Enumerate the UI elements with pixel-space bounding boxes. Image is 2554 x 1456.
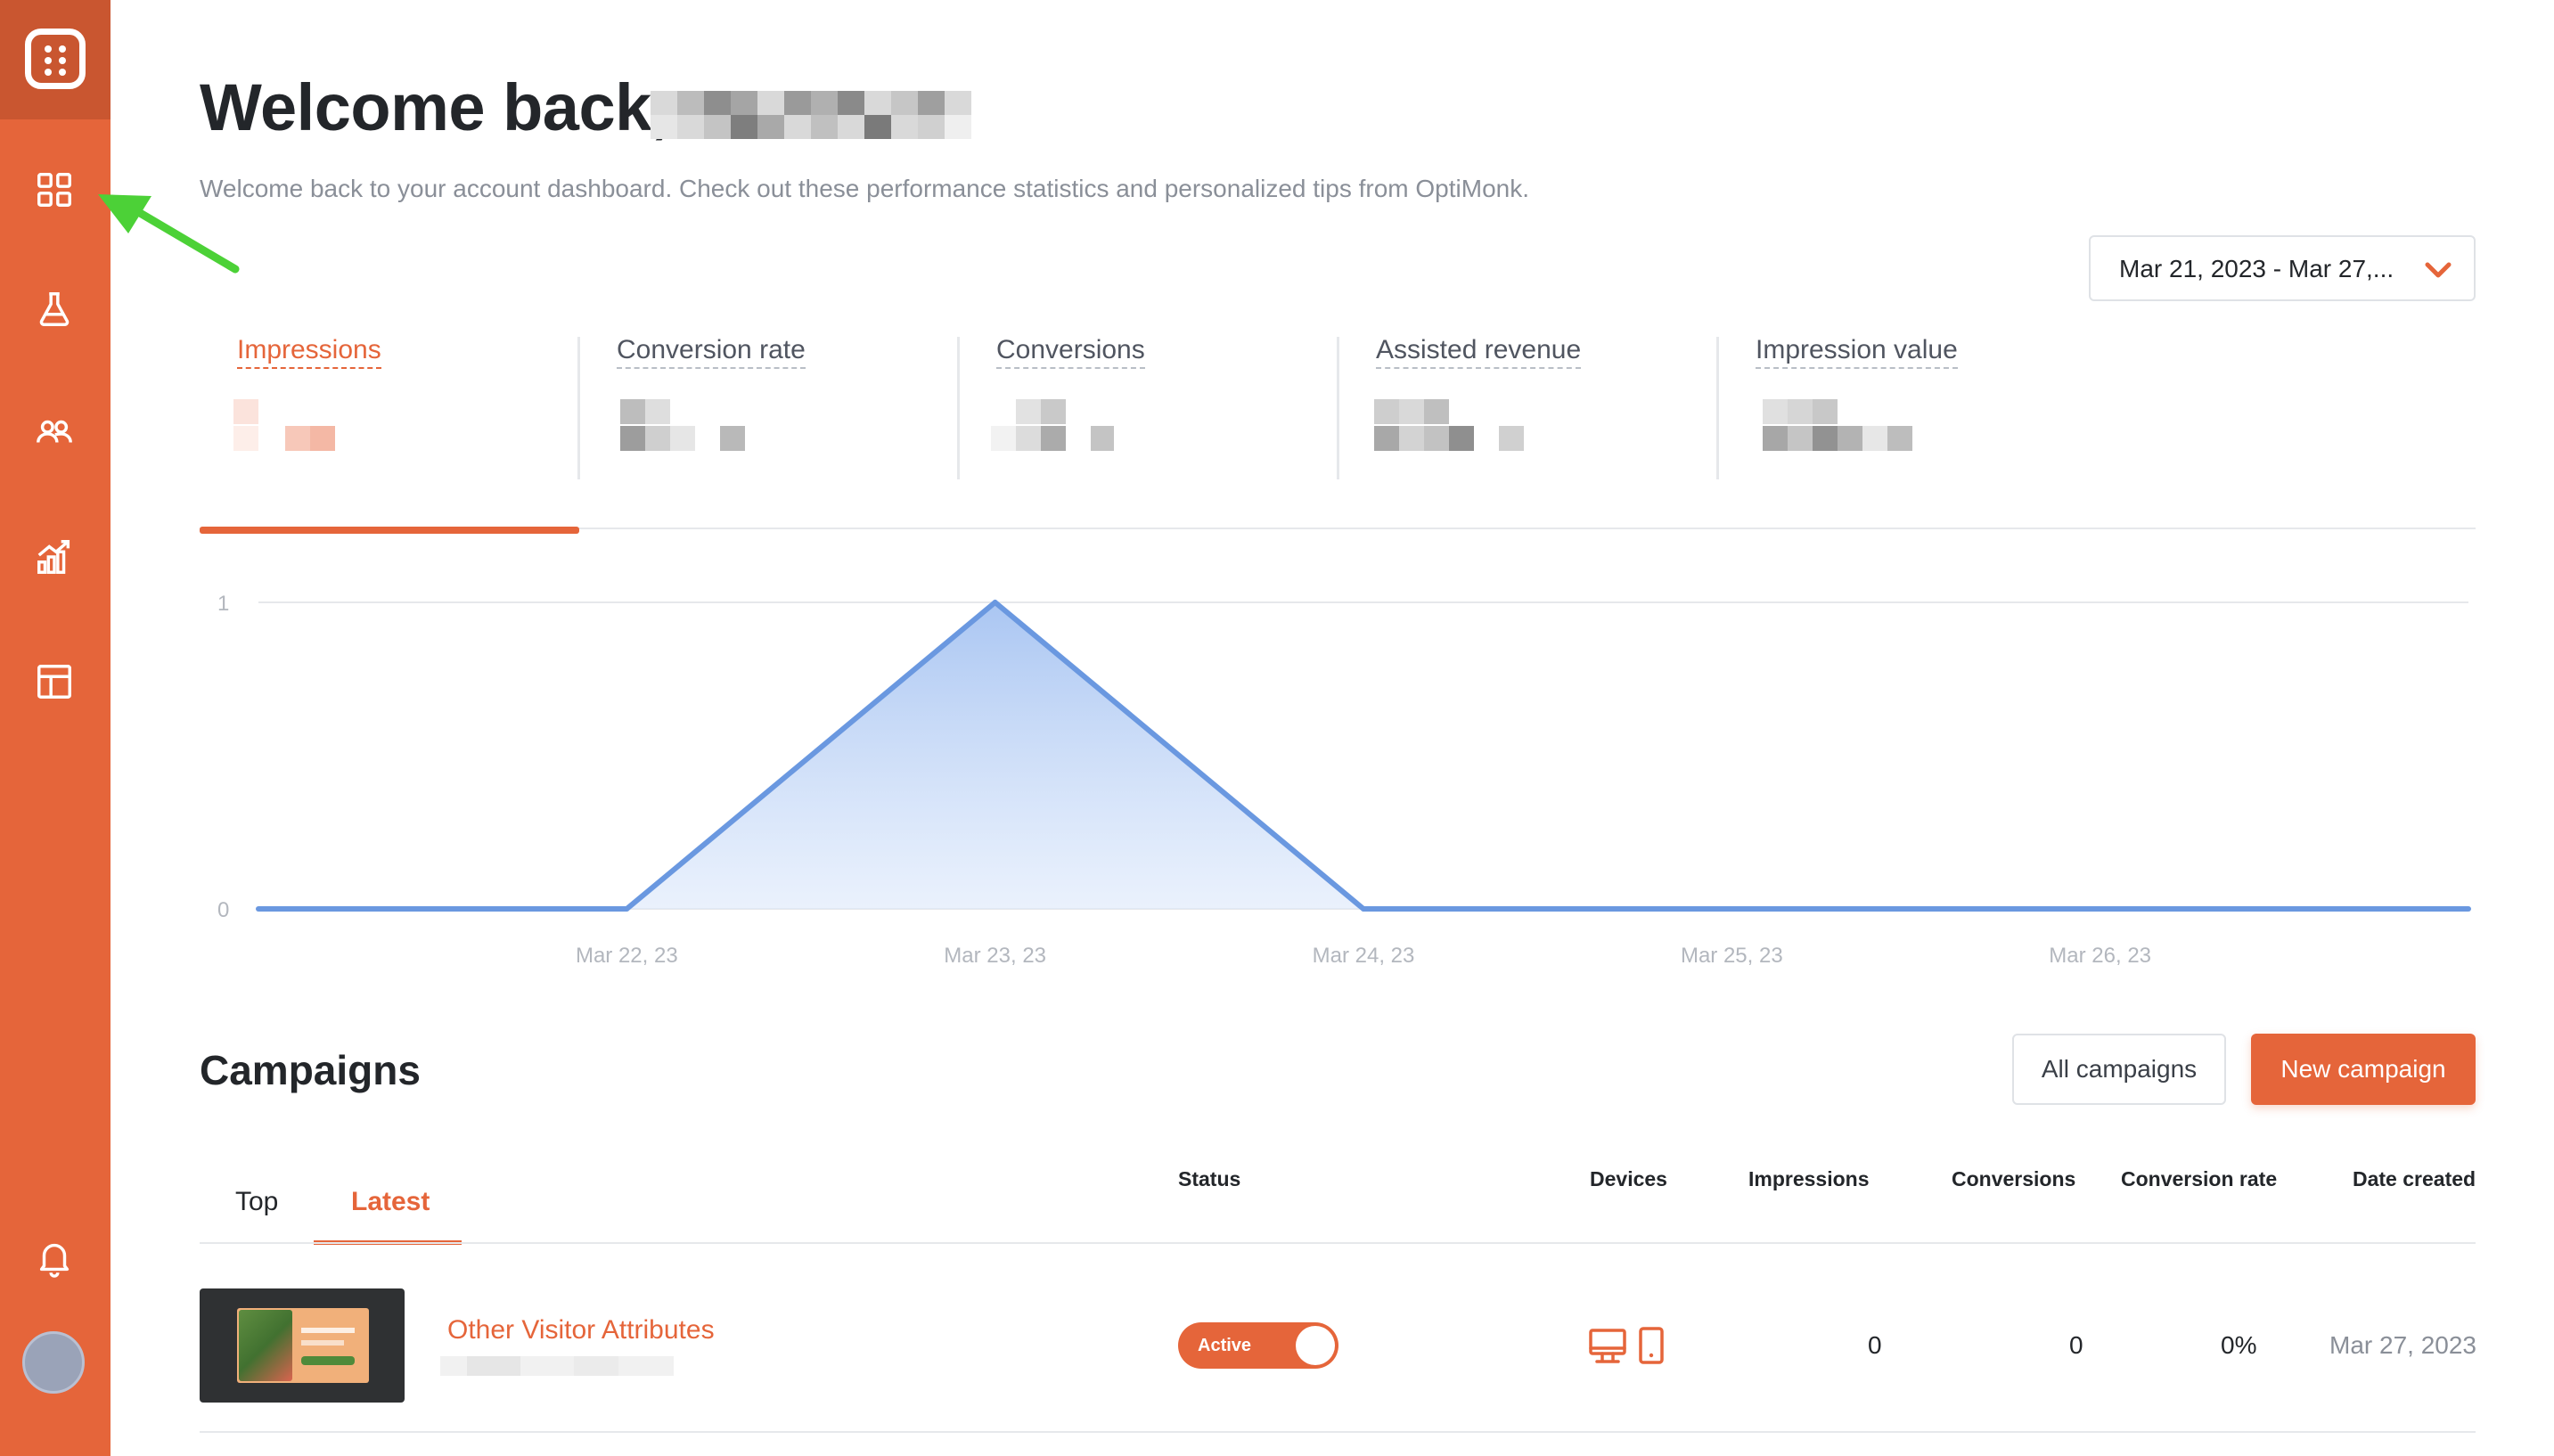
x-tick-label: Mar 22, 23 — [576, 944, 678, 968]
bell-icon[interactable] — [34, 1237, 75, 1278]
tab-top[interactable]: Top — [235, 1187, 278, 1217]
table-header-divider — [200, 1242, 2476, 1244]
users-icon[interactable] — [34, 412, 75, 453]
column-header-impressions: Impressions — [1748, 1167, 1870, 1190]
page-subtitle: Welcome back to your account dashboard. … — [200, 175, 1529, 202]
column-header-conversions: Conversions — [1952, 1167, 2076, 1190]
chart-point — [1361, 906, 1366, 912]
layout-icon[interactable] — [34, 661, 75, 702]
metric-label: Impression value — [1756, 335, 1958, 369]
toggle-knob — [1296, 1326, 1335, 1365]
metric-label: Assisted revenue — [1376, 335, 1582, 369]
column-header-devices: Devices — [1590, 1167, 1667, 1190]
impressions-chart: 0 1 Mar 22, 23 Mar 23, 23 Mar 24, 23 Mar 25, … — [217, 592, 2471, 968]
metric-divider — [1337, 337, 1339, 479]
cell-date-created: Mar 27, 2023 — [2329, 1331, 2476, 1359]
cell-conversions: 0 — [2069, 1331, 2083, 1359]
x-tick-label: Mar 25, 23 — [1681, 944, 1783, 968]
chart-area — [258, 602, 2468, 909]
chart-point — [256, 906, 261, 912]
column-header-status: Status — [1178, 1167, 1241, 1190]
cell-conversion-rate: 0% — [2221, 1331, 2257, 1359]
table-row-divider — [200, 1431, 2476, 1433]
redacted-metric-value — [1374, 399, 1524, 451]
redacted-metric-value — [1763, 399, 1912, 451]
campaigns-title: Campaigns — [200, 1047, 421, 1093]
metric-label: Conversions — [996, 335, 1145, 369]
column-header-date-created: Date created — [2353, 1167, 2476, 1190]
metric-active-indicator — [200, 527, 579, 534]
chart-point — [2466, 906, 2471, 912]
metric-label: Conversion rate — [617, 335, 806, 369]
campaign-name-link[interactable]: Other Visitor Attributes — [447, 1315, 715, 1346]
logo-container[interactable] — [0, 0, 111, 119]
x-tick-label: Mar 26, 23 — [2049, 944, 2151, 968]
date-range-value: Mar 21, 2023 - Mar 27,... — [2119, 255, 2394, 282]
column-header-conversion-rate: Conversion rate — [2121, 1167, 2278, 1190]
chart-series-line — [258, 600, 2468, 912]
page-title: Welcome back, — [200, 70, 669, 144]
date-range-picker[interactable]: Mar 21, 2023 - Mar 27,... — [2089, 235, 2476, 301]
y-tick-label: 1 — [217, 592, 229, 616]
avatar[interactable] — [22, 1331, 85, 1394]
status-label: Active — [1198, 1336, 1252, 1355]
desktop-icon — [1589, 1329, 1626, 1363]
campaign-thumbnail[interactable] — [200, 1288, 405, 1403]
y-tick-label: 0 — [217, 898, 229, 922]
all-campaigns-button[interactable]: All campaigns — [2012, 1034, 2226, 1105]
metric-label: Impressions — [237, 335, 381, 369]
optimonk-logo-icon — [25, 29, 86, 89]
chart-point — [624, 906, 630, 912]
mobile-icon — [1639, 1327, 1664, 1364]
chart-point — [992, 600, 998, 605]
tab-latest[interactable]: Latest — [351, 1187, 430, 1217]
redacted-metric-value — [233, 399, 335, 451]
chevron-down-icon — [2425, 262, 2452, 278]
redacted-metric-value — [991, 399, 1114, 451]
chart-point — [1729, 906, 1735, 912]
cell-impressions: 0 — [1868, 1331, 1882, 1359]
x-tick-label: Mar 24, 23 — [1313, 944, 1415, 968]
metric-divider — [1716, 337, 1719, 479]
redacted-campaign-domain — [440, 1356, 674, 1376]
metric-divider — [577, 337, 580, 479]
x-tick-label: Mar 23, 23 — [944, 944, 1046, 968]
status-toggle[interactable]: Active — [1178, 1322, 1338, 1369]
bar-chart-icon[interactable] — [34, 536, 75, 577]
chart-point — [2097, 906, 2103, 912]
new-campaign-button[interactable]: New campaign — [2251, 1034, 2476, 1105]
flask-icon[interactable] — [34, 289, 75, 330]
redacted-metric-value — [620, 399, 745, 451]
grid-icon[interactable] — [34, 169, 75, 210]
redacted-user-name — [651, 91, 971, 139]
metric-divider — [957, 337, 960, 479]
